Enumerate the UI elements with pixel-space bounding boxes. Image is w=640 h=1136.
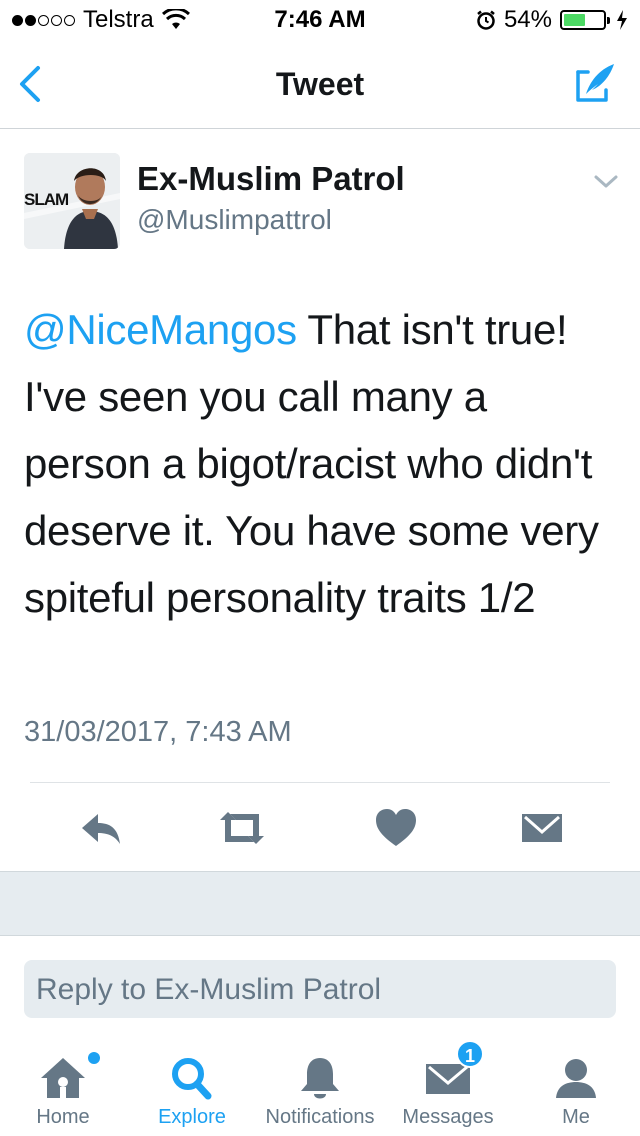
chevron-down-icon — [594, 175, 618, 188]
status-bar: Telstra 7:46 AM 54% — [0, 0, 640, 40]
search-icon — [172, 1058, 212, 1100]
section-separator — [0, 871, 640, 936]
tab-explore-label: Explore — [158, 1106, 226, 1128]
bell-icon — [301, 1058, 339, 1099]
tweet-body: That isn't true! I've seen you call many… — [24, 306, 599, 621]
tab-me-label: Me — [562, 1106, 590, 1128]
tweet-timestamp: 31/03/2017, 7:43 AM — [24, 716, 292, 748]
username[interactable]: @Muslimpattrol — [137, 204, 332, 236]
navigation-bar: Tweet — [0, 40, 640, 129]
battery-level — [564, 14, 585, 26]
status-right: 54% — [476, 6, 628, 34]
tab-messages-label: Messages — [402, 1106, 494, 1128]
mention-link[interactable]: @NiceMangos — [24, 306, 297, 353]
avatar[interactable]: SLAM — [24, 153, 120, 249]
like-heart-icon — [376, 809, 416, 846]
home-icon — [41, 1058, 85, 1098]
like-button[interactable] — [372, 804, 420, 852]
profile-icon — [556, 1059, 596, 1098]
tweet-text: @NiceMangos That isn't true! I've seen y… — [24, 296, 624, 631]
tab-notifications-label: Notifications — [265, 1106, 375, 1128]
home-notification-dot — [88, 1052, 100, 1064]
tweet-actions — [0, 800, 640, 860]
battery-icon — [560, 10, 610, 30]
tab-messages[interactable]: 1 Messages — [396, 1036, 500, 1136]
messages-badge: 1 — [456, 1040, 484, 1068]
direct-message-button[interactable] — [518, 804, 566, 852]
page-title: Tweet — [275, 66, 365, 102]
battery-percent: 54% — [503, 6, 552, 33]
reply-input[interactable]: Reply to Ex-Muslim Patrol — [24, 960, 616, 1018]
retweet-icon — [220, 812, 264, 844]
retweet-button[interactable] — [214, 804, 264, 852]
compose-button[interactable] — [572, 60, 618, 106]
tab-notifications[interactable]: Notifications — [256, 1036, 384, 1136]
tab-me[interactable]: Me — [528, 1036, 624, 1136]
display-name[interactable]: Ex-Muslim Patrol — [137, 160, 405, 198]
reply-placeholder: Reply to Ex-Muslim Patrol — [36, 973, 382, 1006]
avatar-logo-text: SLAM — [24, 190, 69, 209]
reply-button[interactable] — [78, 804, 126, 852]
tab-home-label: Home — [36, 1106, 90, 1128]
compose-tweet-icon — [576, 64, 614, 102]
tab-home[interactable]: Home — [10, 1036, 116, 1136]
alarm-icon — [477, 10, 495, 30]
charging-bolt-icon — [617, 10, 627, 30]
divider — [30, 782, 610, 783]
reply-icon — [82, 814, 120, 844]
tab-bar: Home Explore Notifications 1 Messages Me — [0, 1036, 640, 1136]
direct-message-icon — [522, 814, 562, 842]
tweet-options-button[interactable] — [592, 172, 620, 192]
tab-explore[interactable]: Explore — [140, 1036, 244, 1136]
